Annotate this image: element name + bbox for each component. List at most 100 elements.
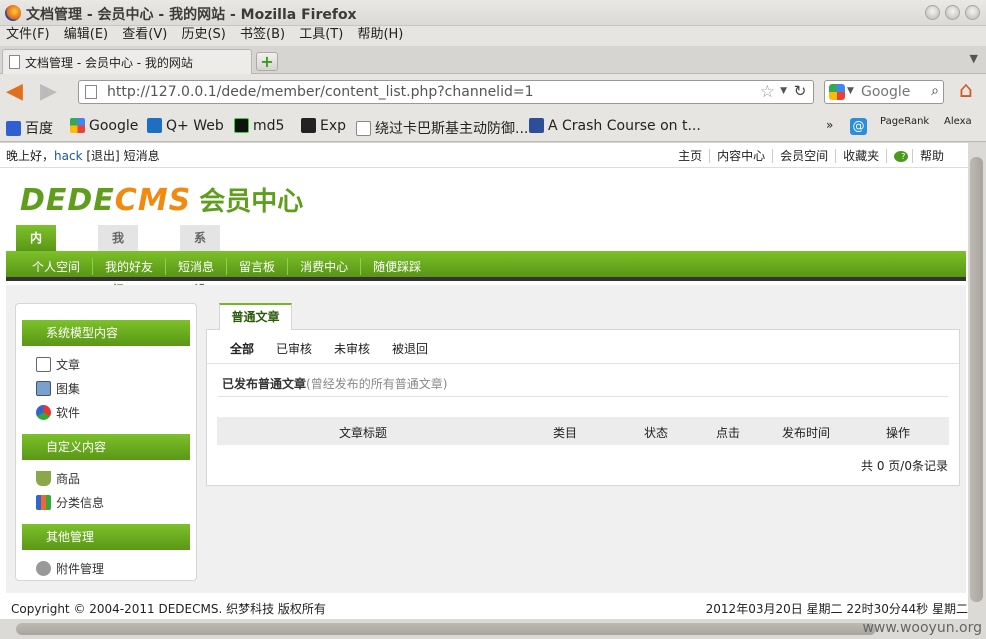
sidebar-item-article[interactable]: 文章 [36, 356, 80, 373]
toplink-favorites[interactable]: 收藏夹 [835, 149, 887, 163]
bookmark-kaspersky[interactable]: 绕过卡巴斯基主动防御... [356, 118, 528, 138]
tab-content-center[interactable]: 内容中心 [16, 225, 57, 323]
greeting: 晚上好，hack [退出] 短消息 [6, 149, 160, 163]
bookmarks-toolbar: 百度 Google Q+ Web md5 Exp 绕过卡巴斯基主动防御... A… [0, 110, 986, 142]
section-title: 已发布普通文章(曾经发布的所有普通文章) [222, 377, 448, 391]
divider [207, 363, 959, 364]
new-tab-button[interactable]: + [256, 52, 278, 71]
google-icon[interactable] [829, 84, 845, 100]
vertical-scrollbar[interactable] [968, 143, 986, 619]
url-history-dropdown[interactable]: ▼ [780, 86, 787, 96]
home-icon[interactable]: ⌂ [952, 80, 980, 104]
close-button[interactable] [965, 5, 980, 20]
subnav-friends[interactable]: 我的好友 [92, 258, 165, 275]
table-header: 文章标题 类目 状态 点击 发布时间 操作 [217, 417, 949, 445]
nav-bar: ◀ ▶ ☆ ▼ ↻ ▼ ⌕ ⌂ [0, 74, 986, 110]
gear-icon [36, 561, 51, 576]
vertical-scroll-thumb[interactable] [970, 157, 983, 602]
search-icon[interactable]: ⌕ [931, 83, 939, 99]
username-link[interactable]: hack [54, 149, 83, 163]
bookmark-md5[interactable]: md5 [234, 118, 284, 134]
at-icon[interactable]: @ [850, 118, 867, 135]
menu-bookmarks[interactable]: 书签(B) [236, 26, 289, 44]
m-icon [529, 118, 544, 133]
menu-view[interactable]: 查看(V) [118, 26, 171, 44]
bookmark-qweb[interactable]: Q+ Web [147, 118, 224, 134]
menu-file[interactable]: 文件(F) [2, 26, 54, 44]
search-bar: ▼ ⌕ [824, 80, 944, 104]
menu-tools[interactable]: 工具(T) [295, 26, 347, 44]
browser-tab[interactable]: 文档管理 - 会员中心 - 我的网站 [2, 49, 252, 74]
search-engine-dropdown[interactable]: ▼ [847, 86, 854, 96]
subnav-guestbook[interactable]: 留言板 [226, 258, 287, 275]
sidebar-item-attachments[interactable]: 附件管理 [36, 560, 104, 577]
tab-bar: 文档管理 - 会员中心 - 我的网站 + ▼ [0, 46, 986, 74]
back-button[interactable]: ◀ [6, 80, 34, 104]
horizontal-scroll-thumb[interactable] [16, 623, 876, 635]
subnav-consumption[interactable]: 消费中心 [287, 258, 360, 275]
pagination-info: 共 0 页/0条记录 [861, 459, 948, 473]
bookmark-exp[interactable]: Exp [301, 118, 346, 134]
subnav-personal-space[interactable]: 个人空间 [20, 258, 92, 275]
messages-link[interactable]: 短消息 [124, 149, 160, 163]
menu-edit[interactable]: 编辑(E) [60, 26, 112, 44]
subnav-browse[interactable]: 随便踩踩 [360, 258, 433, 275]
tab-system-settings[interactable]: 系统设置 [180, 225, 221, 323]
alexa-label[interactable]: Alexa [944, 116, 972, 127]
window-title: 文档管理 - 会员中心 - 我的网站 - Mozilla Firefox [26, 7, 357, 23]
top-links: 主页 内容中心 会员空间 收藏夹? 帮助 [671, 147, 958, 164]
bookmarks-overflow-button[interactable]: » [826, 118, 833, 132]
bookmark-google[interactable]: Google [70, 118, 138, 134]
column-status: 状态 [644, 426, 669, 440]
sidebar-item-classifieds[interactable]: 分类信息 [36, 494, 104, 511]
horizontal-scrollbar[interactable] [0, 619, 986, 639]
top-strip: 晚上好，hack [退出] 短消息 主页 内容中心 会员空间 收藏夹? 帮助 [0, 143, 968, 168]
article-icon [36, 357, 51, 372]
column-actions: 操作 [886, 426, 911, 440]
menu-help[interactable]: 帮助(H) [353, 26, 407, 44]
subnav-messages[interactable]: 短消息 [165, 258, 226, 275]
filter-all[interactable]: 全部 [230, 342, 254, 356]
tab-list-icon[interactable]: ▼ [970, 52, 978, 65]
qweb-icon [147, 118, 162, 133]
basket-icon [36, 471, 51, 486]
logout-link[interactable]: [退出] [86, 149, 119, 163]
bookmark-star-icon[interactable]: ☆ [760, 82, 775, 102]
exp-icon [301, 118, 316, 133]
sidebar-item-goods[interactable]: 商品 [36, 470, 80, 487]
toplink-home[interactable]: 主页 [671, 149, 709, 163]
sub-nav: 个人空间 我的好友 短消息 留言板 消费中心 随便踩踩 [6, 251, 966, 281]
sidebar: 系统模型内容 文章 图集 软件 自定义内容 商品 分类信息 其他管理 附件管理 [15, 303, 197, 581]
url-input[interactable] [107, 83, 747, 101]
menu-history[interactable]: 历史(S) [177, 26, 229, 44]
bookmark-baidu[interactable]: 百度 [6, 118, 53, 138]
sidebar-group-model-content: 系统模型内容 [22, 320, 190, 346]
filter-pending[interactable]: 未审核 [334, 342, 370, 356]
search-input[interactable] [861, 84, 921, 100]
firefox-icon [5, 5, 21, 21]
article-filters: 全部 已审核 未审核 被退回 [230, 340, 450, 357]
divider [218, 396, 948, 397]
sidebar-item-gallery[interactable]: 图集 [36, 380, 80, 397]
tab-normal-article[interactable]: 普通文章 [219, 303, 292, 330]
maximize-button[interactable] [945, 5, 960, 20]
pagerank-label[interactable]: PageRank [880, 116, 929, 127]
column-clicks: 点击 [716, 426, 741, 440]
sidebar-item-software[interactable]: 软件 [36, 404, 80, 421]
toplink-member-space[interactable]: 会员空间 [772, 149, 836, 163]
software-icon [36, 405, 51, 420]
forward-button[interactable]: ▶ [40, 80, 68, 104]
bookmark-crash-course[interactable]: A Crash Course on t... [529, 118, 701, 134]
minimize-button[interactable] [925, 5, 940, 20]
filter-rejected[interactable]: 被退回 [392, 342, 428, 356]
tab-my-dede[interactable]: 我的织梦 [98, 225, 139, 323]
url-bar: ☆ ▼ ↻ [78, 80, 814, 104]
filter-approved[interactable]: 已审核 [276, 342, 312, 356]
google-icon [70, 118, 85, 133]
help-icon: ? [894, 151, 909, 162]
footer: Copyright © 2004-2011 DEDECMS. 织梦科技 版权所有… [0, 593, 968, 619]
toplink-content-center[interactable]: 内容中心 [709, 149, 773, 163]
reload-icon[interactable]: ↻ [791, 82, 809, 100]
site-identity-icon[interactable] [85, 85, 97, 99]
toplink-help[interactable]: ? 帮助 [886, 149, 958, 163]
